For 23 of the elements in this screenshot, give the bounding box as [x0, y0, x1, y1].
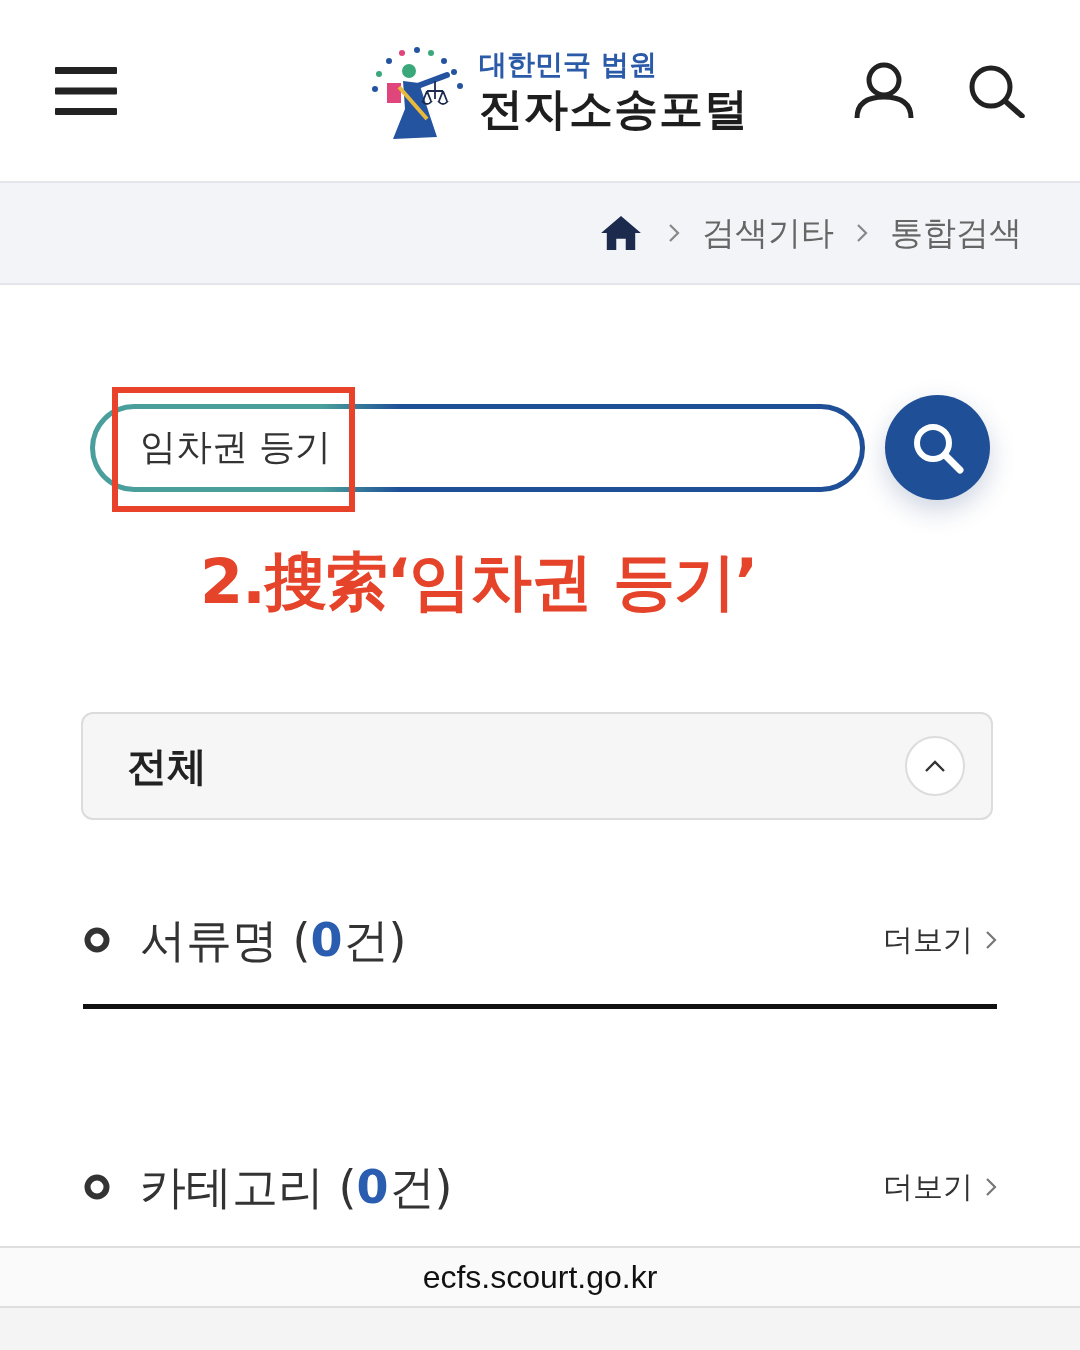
chevron-right-icon: [668, 223, 680, 243]
user-icon[interactable]: [853, 61, 915, 120]
logo-title: 전자소송포털: [479, 82, 749, 135]
section-title: 카테고리 (0건): [140, 1159, 453, 1216]
filter-dropdown[interactable]: 전체: [81, 712, 993, 820]
section-title: 서류명 (0건): [140, 912, 407, 969]
more-link[interactable]: 더보기: [883, 920, 997, 960]
chevron-right-icon: [985, 930, 997, 950]
logo-org-name: 대한민국 법원: [479, 46, 657, 83]
more-link[interactable]: 더보기: [883, 1167, 997, 1207]
menu-icon[interactable]: [55, 66, 117, 115]
search-field[interactable]: 임차권 등기: [90, 403, 865, 492]
breadcrumb-link[interactable]: 통합검색: [890, 211, 1022, 255]
chevron-right-icon: [985, 1177, 997, 1197]
search-icon[interactable]: [967, 63, 1025, 118]
bullet-icon: [84, 1174, 110, 1200]
breadcrumb-link[interactable]: 검색기타: [702, 211, 834, 255]
chevron-right-icon: [856, 223, 868, 243]
filter-label: 전체: [127, 742, 207, 791]
bullet-icon: [84, 927, 110, 953]
url-text: ecfs.scourt.go.kr: [422, 1258, 658, 1297]
home-icon[interactable]: [600, 215, 642, 251]
annotation-text: 2.搜索‘임차권 등기’: [200, 545, 758, 618]
